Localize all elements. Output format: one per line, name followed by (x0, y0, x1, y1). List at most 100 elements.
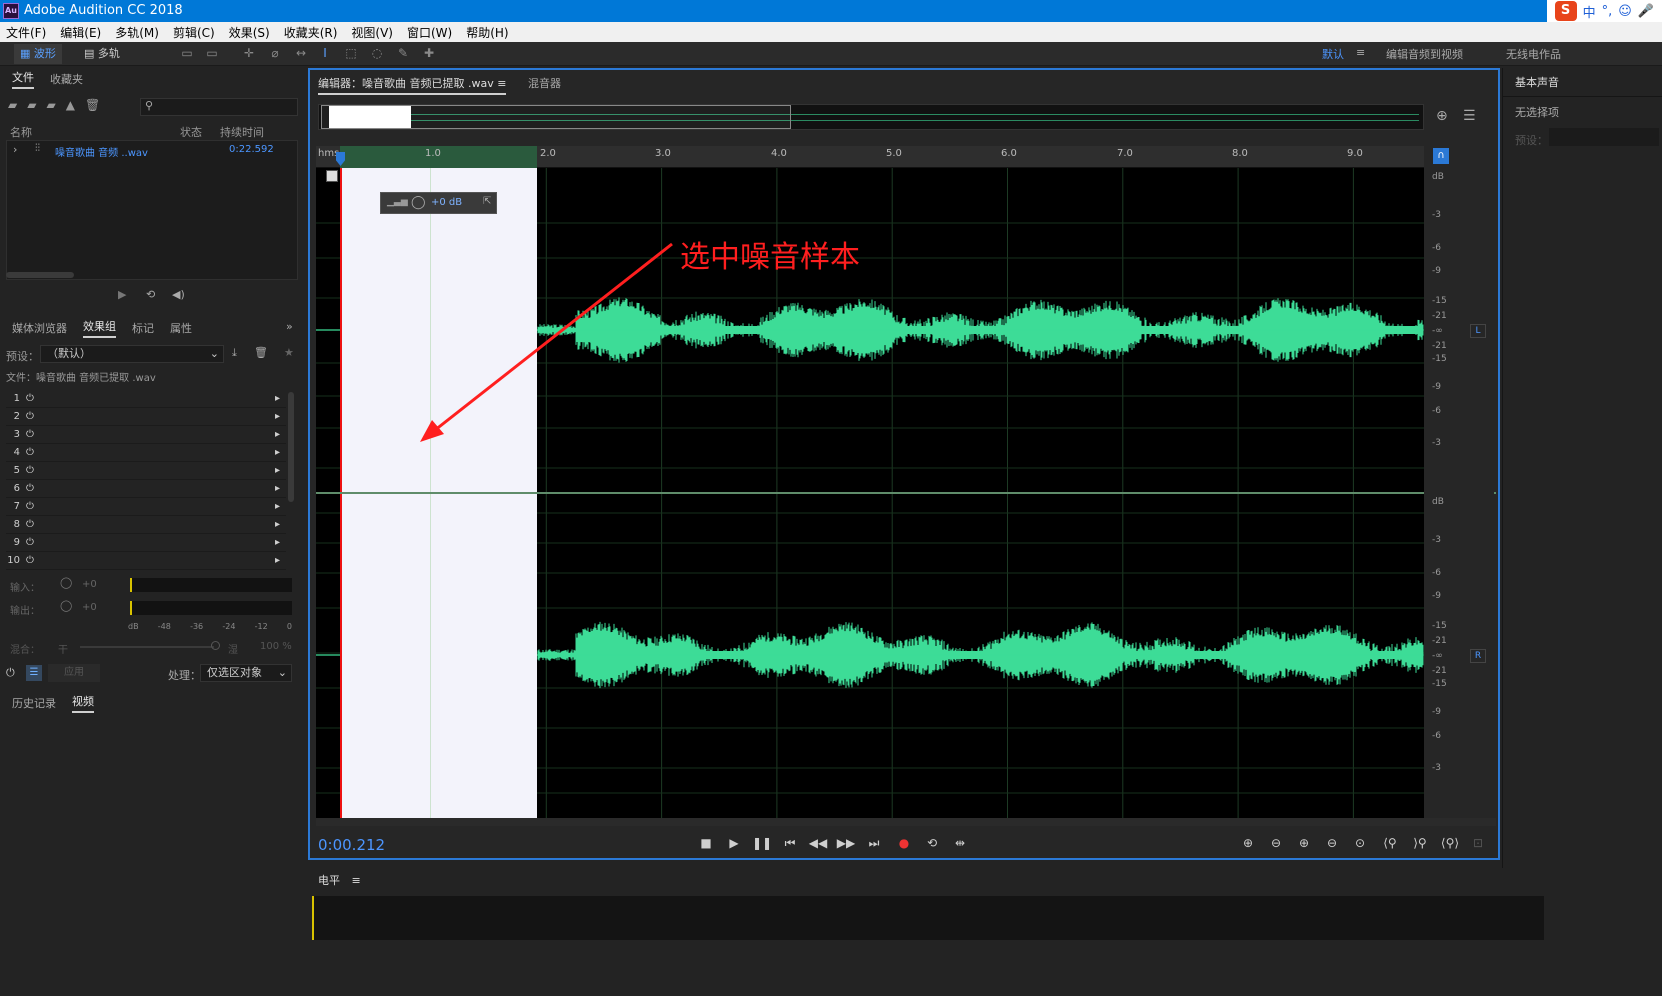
files-search-input[interactable]: ⚲ (140, 98, 298, 116)
menu-favorites[interactable]: 收藏夹(R) (284, 24, 338, 41)
power-icon[interactable]: ⏻ (26, 519, 34, 530)
workspace-menu-icon[interactable]: ≡ (1356, 46, 1365, 59)
rewind-icon[interactable]: ◀◀ (808, 836, 828, 852)
power-icon[interactable]: ⏻ (26, 555, 34, 566)
menu-multitrack[interactable]: 多轨(M) (115, 24, 159, 41)
marquee-tool-icon[interactable]: ⬚ (342, 46, 360, 62)
menu-help[interactable]: 帮助(H) (466, 24, 508, 41)
time-selection-tool-icon[interactable]: I (316, 46, 334, 62)
tab-effects-rack[interactable]: 效果组 (83, 318, 116, 338)
ime-punct[interactable]: °, (1602, 4, 1613, 19)
multitrack-view-button[interactable]: ▤ 多轨 (78, 44, 126, 64)
file-name[interactable]: 噪音歌曲 音频 ..wav (55, 144, 148, 159)
effect-slot[interactable]: 9 ⏻ ▸ (6, 534, 286, 552)
zoom-selection-icon[interactable]: ⟨⚲⟩ (1440, 836, 1460, 852)
slot-arrow-icon[interactable]: ▸ (275, 555, 280, 566)
tab-video[interactable]: 视频 (72, 693, 94, 713)
effect-slot[interactable]: 5 ⏻ ▸ (6, 462, 286, 480)
master-power-icon[interactable]: ⏻ (6, 666, 15, 680)
horizontal-scrollbar[interactable] (316, 818, 1496, 826)
delete-icon[interactable]: 🗑 (85, 98, 100, 112)
selection-toggle-icon[interactable] (326, 170, 338, 182)
ime-emoji-icon[interactable]: ☺ (1618, 4, 1632, 19)
skip-selection-icon[interactable]: ⇹ (950, 836, 970, 852)
effect-slot[interactable]: 3 ⏻ ▸ (6, 426, 286, 444)
delete-preset-icon[interactable]: 🗑 (254, 346, 268, 359)
zoom-out-amplitude-icon[interactable]: ⊖ (1266, 836, 1286, 852)
headphones-icon[interactable]: ∩ (1433, 148, 1449, 164)
loop-preview-icon[interactable]: ⟲ (146, 288, 155, 301)
menu-edit[interactable]: 编辑(E) (60, 24, 101, 41)
hud-gain-value[interactable]: +0 dB (431, 197, 462, 208)
tab-properties[interactable]: 属性 (170, 320, 192, 336)
panel-overflow-icon[interactable]: » (286, 320, 293, 333)
effect-slot[interactable]: 1 ⏻ ▸ (6, 390, 286, 408)
slot-arrow-icon[interactable]: ▸ (275, 519, 280, 530)
hud-gain[interactable]: ▁▃▅ ◯ +0 dB ⇱ (380, 192, 497, 214)
effect-slot[interactable]: 6 ⏻ ▸ (6, 480, 286, 498)
zoom-reset-icon[interactable]: ⊕ (1436, 108, 1448, 124)
power-icon[interactable]: ⏻ (26, 393, 34, 404)
menu-effects[interactable]: 效果(S) (229, 24, 270, 41)
pause-icon[interactable]: ❚❚ (752, 836, 772, 852)
zoom-in-amplitude-icon[interactable]: ⊕ (1238, 836, 1258, 852)
files-scrollbar[interactable] (6, 272, 74, 278)
mix-slider-handle[interactable] (211, 641, 220, 650)
tab-favorites[interactable]: 收藏夹 (50, 71, 83, 87)
power-icon[interactable]: ⏻ (26, 465, 34, 476)
play-icon[interactable]: ▶ (724, 836, 744, 852)
effect-slot[interactable]: 4 ⏻ ▸ (6, 444, 286, 462)
lasso-tool-icon[interactable]: ◌ (368, 46, 386, 62)
workspace-edit-video[interactable]: 编辑音频到视频 (1386, 46, 1463, 62)
ime-lang[interactable]: 中 (1583, 2, 1596, 21)
open-file-icon[interactable]: ▰ (8, 98, 17, 112)
waveform-view-button[interactable]: ▦ 波形 (14, 44, 62, 64)
save-preset-icon[interactable]: ⤓ (232, 346, 237, 360)
pitch-display-icon[interactable]: ▭ (203, 46, 221, 62)
slot-arrow-icon[interactable]: ▸ (275, 501, 280, 512)
sogou-icon[interactable]: S (1554, 1, 1577, 21)
slot-arrow-icon[interactable]: ▸ (275, 483, 280, 494)
mix-slider[interactable] (80, 646, 214, 648)
fast-forward-icon[interactable]: ▶▶ (836, 836, 856, 852)
record-icon[interactable]: ● (894, 836, 914, 852)
move-tool-icon[interactable]: ✛ (240, 46, 258, 62)
slot-arrow-icon[interactable]: ▸ (275, 447, 280, 458)
effect-slot[interactable]: 2 ⏻ ▸ (6, 408, 286, 426)
current-time[interactable]: 0:00.212 (318, 836, 385, 854)
tab-files[interactable]: 文件 (12, 69, 34, 89)
tab-markers[interactable]: 标记 (132, 320, 154, 336)
ime-toolbar[interactable]: S 中 °, ☺ 🎤 (1546, 0, 1662, 22)
effect-slot[interactable]: 8 ⏻ ▸ (6, 516, 286, 534)
go-to-start-icon[interactable]: ⏮ (780, 836, 800, 852)
apply-button[interactable]: 应用 (48, 664, 100, 682)
volume-icon[interactable]: ◀) (172, 288, 185, 301)
workspace-default[interactable]: 默认 (1322, 46, 1344, 62)
channel-L-label[interactable]: L (1470, 324, 1486, 338)
overview-bar[interactable] (318, 104, 1424, 130)
zoom-out-time-icon[interactable]: ⊖ (1322, 836, 1342, 852)
preset-select[interactable]: （默认） ⌄ (40, 345, 224, 363)
column-duration[interactable]: 持续时间 (220, 124, 264, 140)
tab-menu-icon[interactable]: ≡ (497, 77, 506, 90)
slot-arrow-icon[interactable]: ▸ (275, 393, 280, 404)
effect-slot[interactable]: 10 ⏻ ▸ (6, 552, 286, 570)
overview-selection[interactable] (329, 106, 411, 128)
tab-media-browser[interactable]: 媒体浏览器 (12, 320, 67, 336)
tab-mixer[interactable]: 混音器 (528, 75, 561, 91)
expand-icon[interactable]: › (13, 143, 17, 156)
power-icon[interactable]: ⏻ (26, 447, 34, 458)
slot-arrow-icon[interactable]: ▸ (275, 411, 280, 422)
brush-tool-icon[interactable]: ✎ (394, 46, 412, 62)
power-icon[interactable]: ⏻ (26, 537, 34, 548)
razor-tool-icon[interactable]: ⌀ (266, 46, 284, 62)
effect-slot[interactable]: 7 ⏻ ▸ (6, 498, 286, 516)
spot-healing-tool-icon[interactable]: ✚ (420, 46, 438, 62)
menu-clip[interactable]: 剪辑(C) (173, 24, 215, 41)
tab-editor[interactable]: 编辑器：噪音歌曲 音频已提取 .wav ≡ (318, 75, 507, 95)
zoom-in-right-icon[interactable]: ⟩⚲ (1410, 836, 1430, 852)
hud-pin-icon[interactable]: ⇱ (483, 196, 491, 207)
import-icon[interactable]: ▰ (27, 98, 36, 112)
insert-icon[interactable]: ▲ (66, 98, 75, 112)
loop-icon[interactable]: ⟲ (922, 836, 942, 852)
